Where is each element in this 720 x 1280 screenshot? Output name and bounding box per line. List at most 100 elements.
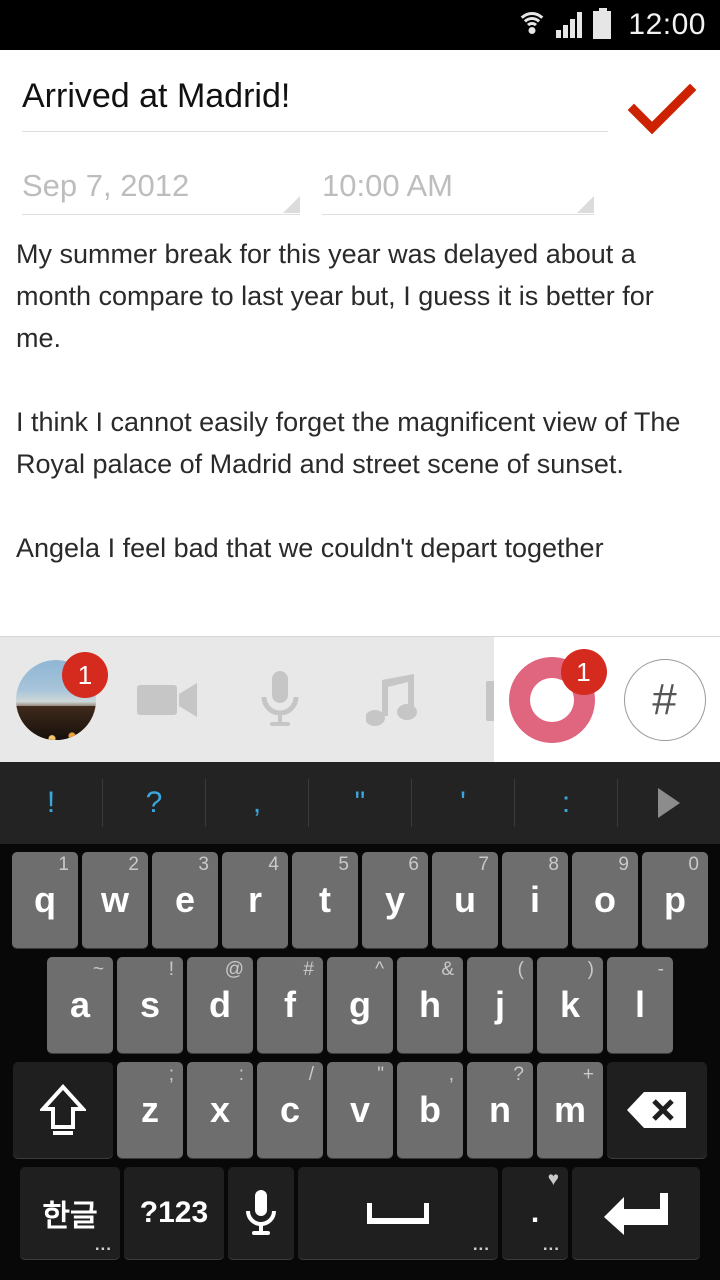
suggestion-quote[interactable]: " bbox=[309, 779, 412, 827]
key-sup: 1 bbox=[58, 854, 69, 876]
key-label: 한글 bbox=[42, 1191, 97, 1235]
suggestion-exclamation[interactable]: ! bbox=[0, 779, 103, 827]
keyboard-row-2: ~a !s @d #f ^g &h (j )k -l bbox=[0, 948, 720, 1053]
key-label: g bbox=[349, 984, 371, 1026]
date-spinner[interactable]: Sep 7, 2012 bbox=[22, 168, 300, 215]
key-label: f bbox=[284, 984, 296, 1026]
note-paragraph[interactable]: I think I cannot easily forget the magni… bbox=[16, 401, 704, 485]
key-b[interactable]: ,b bbox=[397, 1062, 463, 1158]
time-dropdown-indicator bbox=[577, 196, 594, 213]
key-i[interactable]: 8i bbox=[502, 852, 568, 948]
mood-tag-panel: ❤ 1 # bbox=[494, 637, 720, 763]
hashtag-button[interactable]: # bbox=[624, 659, 706, 741]
key-symbols[interactable]: ?123 bbox=[124, 1167, 224, 1259]
key-u[interactable]: 7u bbox=[432, 852, 498, 948]
space-icon bbox=[367, 1201, 429, 1225]
key-space[interactable]: ... bbox=[298, 1167, 498, 1259]
key-voice-input[interactable] bbox=[228, 1167, 294, 1259]
hashtag-icon: # bbox=[652, 675, 676, 725]
time-value[interactable]: 10:00 AM bbox=[322, 168, 594, 204]
key-sup: : bbox=[239, 1064, 244, 1086]
key-enter[interactable] bbox=[572, 1167, 700, 1259]
suggestion-comma[interactable]: , bbox=[206, 779, 309, 827]
key-sup: , bbox=[449, 1064, 454, 1086]
key-h[interactable]: &h bbox=[397, 957, 463, 1053]
key-sup: / bbox=[309, 1064, 314, 1086]
key-label: c bbox=[280, 1089, 300, 1131]
key-sup: + bbox=[583, 1064, 594, 1086]
date-value[interactable]: Sep 7, 2012 bbox=[22, 168, 300, 204]
key-label: x bbox=[210, 1089, 230, 1131]
title-row: Arrived at Madrid! bbox=[0, 50, 720, 134]
key-label: p bbox=[664, 879, 686, 921]
key-label: k bbox=[560, 984, 580, 1026]
suggestion-expand-button[interactable] bbox=[618, 779, 720, 827]
keyboard-row-1: 1q 2w 3e 4r 5t 6y 7u 8i 9o 0p bbox=[0, 844, 720, 948]
key-label: h bbox=[419, 984, 441, 1026]
key-y[interactable]: 6y bbox=[362, 852, 428, 948]
status-icons: 12:00 bbox=[515, 8, 706, 42]
photo-badge: 1 bbox=[62, 652, 108, 698]
key-n[interactable]: ?n bbox=[467, 1062, 533, 1158]
enter-icon bbox=[602, 1191, 670, 1235]
key-l[interactable]: -l bbox=[607, 957, 673, 1053]
key-p[interactable]: 0p bbox=[642, 852, 708, 948]
note-title-field[interactable]: Arrived at Madrid! bbox=[22, 78, 608, 132]
key-w[interactable]: 2w bbox=[82, 852, 148, 948]
note-paragraph[interactable]: Angela I feel bad that we couldn't depar… bbox=[16, 527, 704, 569]
key-sup: ! bbox=[169, 959, 174, 981]
key-backspace[interactable] bbox=[607, 1062, 707, 1158]
key-d[interactable]: @d bbox=[187, 957, 253, 1053]
key-label: y bbox=[385, 879, 405, 921]
key-m[interactable]: +m bbox=[537, 1062, 603, 1158]
microphone-icon bbox=[244, 1190, 278, 1236]
photo-thumbnail[interactable]: 1 bbox=[16, 660, 96, 740]
key-more-hint: ... bbox=[95, 1235, 112, 1255]
battery-icon bbox=[593, 11, 611, 39]
key-j[interactable]: (j bbox=[467, 957, 533, 1053]
key-label: r bbox=[248, 879, 262, 921]
key-label: l bbox=[635, 984, 645, 1026]
suggestion-question[interactable]: ? bbox=[103, 779, 206, 827]
keyboard: ! ? , " ' : 1q 2w 3e 4r 5t 6y 7u 8i 9o 0… bbox=[0, 762, 720, 1280]
suggestion-apostrophe[interactable]: ' bbox=[412, 779, 515, 827]
key-o[interactable]: 9o bbox=[572, 852, 638, 948]
date-time-row: Sep 7, 2012 10:00 AM bbox=[0, 134, 720, 215]
check-icon[interactable] bbox=[626, 84, 698, 134]
note-body[interactable]: My summer break for this year was delaye… bbox=[0, 215, 720, 569]
microphone-icon bbox=[259, 671, 301, 729]
wifi-icon bbox=[515, 11, 549, 39]
voice-attachment-button[interactable] bbox=[224, 637, 336, 763]
key-language[interactable]: 한글 ... bbox=[20, 1167, 120, 1259]
key-q[interactable]: 1q bbox=[12, 852, 78, 948]
key-shift[interactable] bbox=[13, 1062, 113, 1158]
key-label: i bbox=[530, 879, 540, 921]
photo-attachment-button[interactable]: 1 bbox=[0, 637, 112, 763]
key-label: n bbox=[489, 1089, 511, 1131]
mood-button[interactable]: ❤ 1 bbox=[509, 657, 595, 743]
key-sup: ? bbox=[513, 1064, 524, 1086]
key-z[interactable]: ;z bbox=[117, 1062, 183, 1158]
music-attachment-button[interactable] bbox=[336, 637, 448, 763]
suggestion-colon[interactable]: : bbox=[515, 779, 618, 827]
note-paragraph[interactable]: My summer break for this year was delaye… bbox=[16, 233, 704, 359]
key-period[interactable]: ♥ . ... bbox=[502, 1167, 568, 1259]
key-a[interactable]: ~a bbox=[47, 957, 113, 1053]
key-k[interactable]: )k bbox=[537, 957, 603, 1053]
video-attachment-button[interactable] bbox=[112, 637, 224, 763]
key-g[interactable]: ^g bbox=[327, 957, 393, 1053]
key-v[interactable]: "v bbox=[327, 1062, 393, 1158]
key-sup: " bbox=[377, 1064, 384, 1086]
time-spinner[interactable]: 10:00 AM bbox=[322, 168, 594, 215]
key-s[interactable]: !s bbox=[117, 957, 183, 1053]
key-r[interactable]: 4r bbox=[222, 852, 288, 948]
key-t[interactable]: 5t bbox=[292, 852, 358, 948]
key-label: d bbox=[209, 984, 231, 1026]
key-sup: ( bbox=[518, 959, 524, 981]
key-c[interactable]: /c bbox=[257, 1062, 323, 1158]
note-title-text[interactable]: Arrived at Madrid! bbox=[22, 78, 608, 115]
key-f[interactable]: #f bbox=[257, 957, 323, 1053]
key-x[interactable]: :x bbox=[187, 1062, 253, 1158]
key-e[interactable]: 3e bbox=[152, 852, 218, 948]
key-sup: 7 bbox=[478, 854, 489, 876]
